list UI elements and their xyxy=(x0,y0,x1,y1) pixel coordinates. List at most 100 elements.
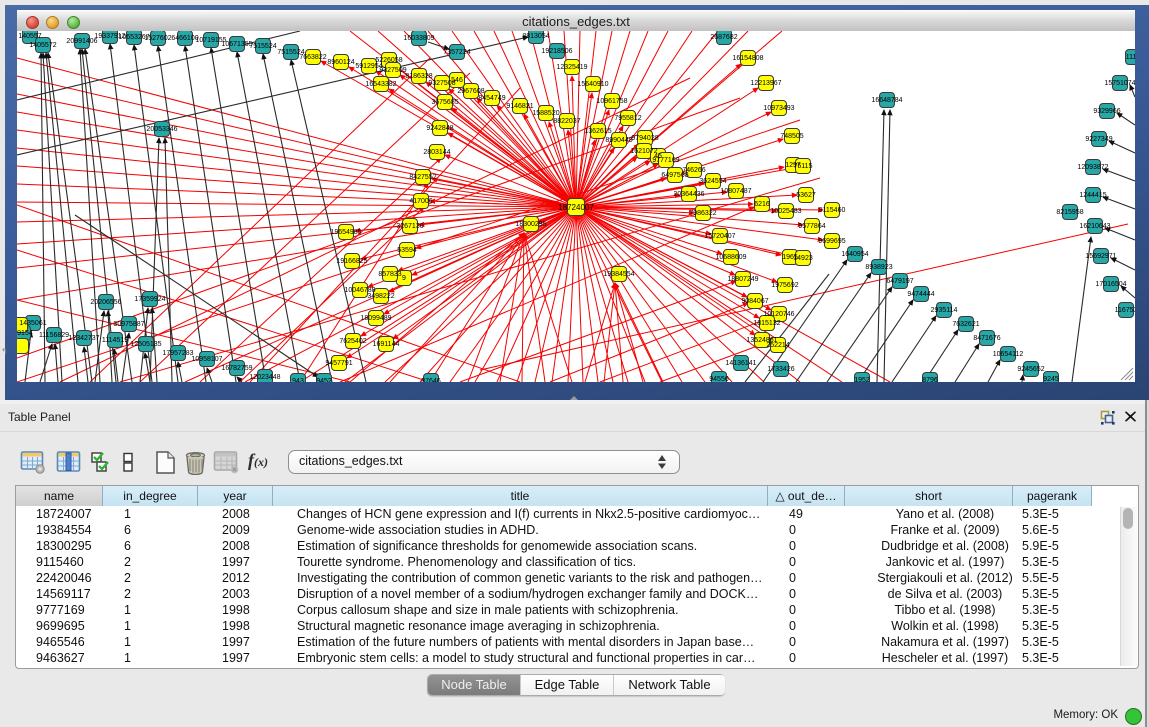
svg-text:9227349: 9227349 xyxy=(1085,136,1112,143)
svg-text:15692971: 15692971 xyxy=(1085,253,1116,260)
svg-text:7955812: 7955812 xyxy=(614,115,641,122)
svg-text:18300295: 18300295 xyxy=(515,221,546,228)
svg-text:8796: 8796 xyxy=(922,377,938,382)
svg-text:2935114: 2935114 xyxy=(931,307,958,314)
svg-text:11156829: 11156829 xyxy=(39,332,69,339)
svg-text:9: 9 xyxy=(402,275,406,282)
svg-text:1640954: 1640954 xyxy=(841,251,868,258)
svg-text:7357224: 7357224 xyxy=(443,49,470,56)
svg-text:5226058: 5226058 xyxy=(375,57,402,64)
svg-text:7632621: 7632621 xyxy=(952,321,979,328)
svg-text:20053346: 20053346 xyxy=(146,126,177,133)
svg-text:9699695: 9699695 xyxy=(818,238,845,245)
svg-text:1362615: 1362615 xyxy=(584,128,611,135)
svg-text:20991406: 20991406 xyxy=(66,38,97,45)
svg-text:20206556: 20206556 xyxy=(90,299,121,306)
svg-text:9245: 9245 xyxy=(1043,376,1059,382)
svg-text:7515524: 7515524 xyxy=(249,43,276,50)
svg-text:417006: 417006 xyxy=(409,198,432,205)
svg-text:9452: 9452 xyxy=(316,378,332,382)
svg-text:7986322: 7986322 xyxy=(689,210,716,217)
svg-text:10807487: 10807487 xyxy=(720,188,751,195)
svg-text:16154808: 16154808 xyxy=(732,55,763,62)
svg-text:7663822: 7663822 xyxy=(299,54,326,61)
svg-text:1691144: 1691144 xyxy=(373,341,400,348)
svg-text:9457791: 9457791 xyxy=(325,360,352,367)
svg-text:94556: 94556 xyxy=(709,376,729,382)
svg-text:10671355: 10671355 xyxy=(221,41,252,48)
svg-text:1733426: 1733426 xyxy=(767,366,794,373)
svg-text:12213967: 12213967 xyxy=(750,80,781,87)
svg-text:12325419: 12325419 xyxy=(556,64,587,71)
svg-text:10961758: 10961758 xyxy=(596,98,627,105)
svg-text:19218506: 19218506 xyxy=(541,48,572,55)
svg-text:8471676: 8471676 xyxy=(973,335,1000,342)
svg-text:943: 943 xyxy=(292,378,304,382)
svg-text:15751074: 15751074 xyxy=(1104,80,1135,87)
svg-text:9146821: 9146821 xyxy=(506,103,533,110)
svg-text:12505135: 12505135 xyxy=(130,341,161,348)
svg-text:17359924: 17359924 xyxy=(134,296,165,303)
svg-text:1527602: 1527602 xyxy=(144,35,171,42)
svg-text:18724007: 18724007 xyxy=(558,203,594,212)
svg-text:12093872: 12093872 xyxy=(1077,164,1108,171)
svg-text:2967608: 2967608 xyxy=(457,88,484,95)
svg-text:252214: 252214 xyxy=(766,342,789,349)
svg-text:15720407: 15720407 xyxy=(704,233,735,240)
svg-text:39154: 39154 xyxy=(17,330,33,337)
svg-text:20364436: 20364436 xyxy=(673,191,704,198)
svg-text:9327509: 9327509 xyxy=(379,67,406,74)
svg-text:746266: 746266 xyxy=(682,167,705,174)
svg-text:1112: 1112 xyxy=(1126,54,1135,61)
svg-text:3624554: 3624554 xyxy=(699,178,726,185)
svg-text:8813054: 8813054 xyxy=(522,33,549,40)
svg-text:3675685: 3675685 xyxy=(431,99,458,106)
svg-text:8822037: 8822037 xyxy=(553,118,580,125)
svg-text:8427552: 8427552 xyxy=(409,174,436,181)
svg-text:9794028: 9794028 xyxy=(631,135,658,142)
svg-text:1975692: 1975692 xyxy=(771,282,798,289)
svg-text:2803144: 2803144 xyxy=(423,149,450,156)
svg-text:8960124: 8960124 xyxy=(327,59,354,66)
svg-text:10654112: 10654112 xyxy=(993,351,1024,358)
svg-text:10025483: 10025483 xyxy=(770,208,801,215)
svg-text:748505: 748505 xyxy=(780,133,803,140)
svg-text:9577864: 9577864 xyxy=(798,223,825,230)
svg-text:3498222: 3498222 xyxy=(367,293,394,300)
svg-text:9084067: 9084067 xyxy=(741,298,768,305)
svg-text:1244415: 1244415 xyxy=(1079,192,1106,199)
svg-text:1815132: 1815132 xyxy=(753,320,780,327)
svg-text:8215958: 8215958 xyxy=(1056,209,1083,216)
svg-text:9115460: 9115460 xyxy=(819,207,846,214)
svg-text:8186328: 8186328 xyxy=(405,73,432,80)
svg-text:12023448: 12023448 xyxy=(249,374,280,381)
svg-text:8938923: 8938923 xyxy=(865,264,892,271)
svg-text:6479197: 6479197 xyxy=(886,278,913,285)
svg-text:1114519: 1114519 xyxy=(102,337,128,344)
svg-text:53627: 53627 xyxy=(796,192,816,199)
svg-text:3267130: 3267130 xyxy=(396,223,423,230)
svg-text:30975887: 30975887 xyxy=(113,321,144,328)
svg-text:16033809: 16033809 xyxy=(403,35,434,42)
svg-text:7625402: 7625402 xyxy=(339,338,366,345)
svg-text:16543382: 16543382 xyxy=(365,81,396,88)
svg-text:10958107: 10958107 xyxy=(191,356,222,363)
svg-text:116753: 116753 xyxy=(1115,307,1135,314)
svg-text:9242848: 9242848 xyxy=(426,125,453,132)
svg-text:546: 546 xyxy=(451,77,463,84)
svg-text:10973493: 10973493 xyxy=(763,105,794,112)
svg-text:16210643: 16210643 xyxy=(1079,223,1110,230)
svg-text:19384554: 19384554 xyxy=(603,271,634,278)
svg-text:140557: 140557 xyxy=(18,33,41,40)
svg-text:857833: 857833 xyxy=(378,271,401,278)
svg-text:1588520: 1588520 xyxy=(532,110,559,117)
svg-text:18807249: 18807249 xyxy=(727,276,758,283)
svg-text:10120746: 10120746 xyxy=(763,311,794,318)
svg-text:19166825: 19166825 xyxy=(336,258,367,265)
svg-text:2687682: 2687682 xyxy=(710,34,737,41)
svg-text:1405572: 1405572 xyxy=(29,42,56,49)
svg-text:12342737: 12342737 xyxy=(68,335,99,342)
svg-text:16648784: 16648784 xyxy=(871,97,902,104)
svg-text:1952: 1952 xyxy=(854,377,870,382)
svg-text:6216: 6216 xyxy=(754,201,770,208)
